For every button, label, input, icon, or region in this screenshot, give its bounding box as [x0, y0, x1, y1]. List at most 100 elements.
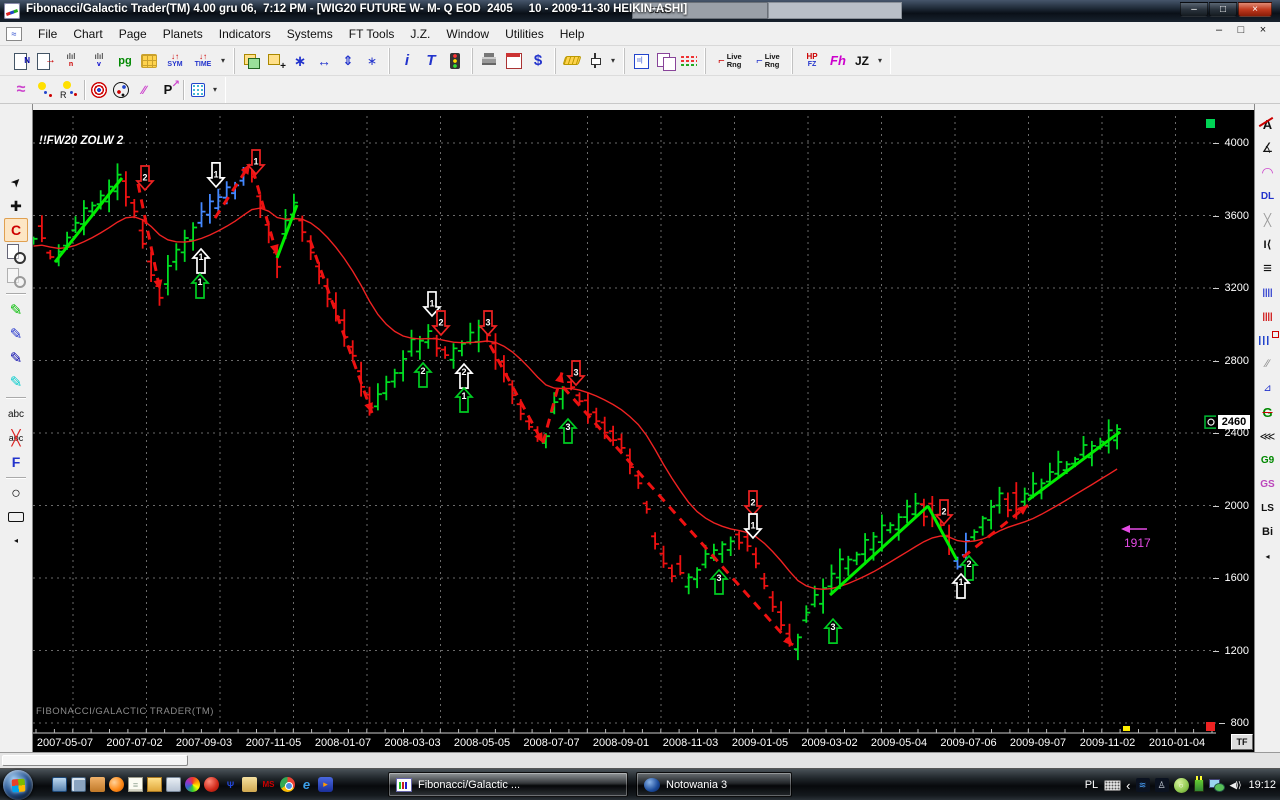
bar-pattern-tool[interactable] — [1256, 328, 1280, 352]
traffic-signals-button[interactable] — [450, 52, 460, 69]
zoom-doc-disabled-tool[interactable] — [4, 266, 28, 290]
ls-tool[interactable]: LS — [1256, 496, 1280, 520]
price-chart[interactable]: 2 1 1 1 1 1 2 3 2 2 1 3 3 2 1 3 3 2 2 1 1917 !!FW20 ZOLW 2 FIB… — [29, 110, 1218, 752]
target-button[interactable] — [91, 81, 107, 98]
network-icon[interactable] — [1208, 778, 1225, 792]
tray-clock-app-icon[interactable]: ○ — [1173, 777, 1189, 793]
hp-fz-button[interactable]: HP FZ — [799, 50, 825, 72]
bars-number-button[interactable]: ılıl n — [58, 50, 84, 72]
expand-vertical-button[interactable]: ⇕ — [337, 50, 359, 72]
menu-help[interactable]: Help — [552, 24, 593, 44]
planet-dots-button[interactable] — [34, 79, 56, 101]
indicator-note-button[interactable]: i — [396, 50, 418, 72]
zoom-doc-tool[interactable] — [4, 242, 28, 266]
astro-waves-button[interactable]: ≈ — [10, 79, 32, 101]
bar-zoom-button[interactable] — [584, 50, 606, 72]
andrews-pitchfork-tool[interactable]: A — [1256, 112, 1280, 136]
chrome-icon[interactable] — [280, 777, 295, 792]
symbol-dropdown[interactable]: ▾ — [218, 50, 228, 72]
menu-ft-tools[interactable]: FT Tools — [341, 24, 403, 44]
tray-app-statue-icon[interactable]: ♙ — [1154, 778, 1169, 792]
menu-indicators[interactable]: Indicators — [211, 24, 279, 44]
power-plug-icon[interactable] — [1193, 775, 1204, 792]
ruler-button[interactable] — [562, 56, 582, 65]
vertical-lines-blue-tool[interactable]: |||| — [1256, 280, 1280, 304]
ellipse-tool[interactable] — [8, 512, 24, 522]
text-tool-button[interactable]: T — [420, 50, 442, 72]
ruler-dropdown[interactable]: ▾ — [608, 50, 618, 72]
folder-icon[interactable] — [147, 777, 162, 792]
print-button[interactable] — [479, 50, 501, 72]
arc-tool[interactable]: ◠ — [1256, 160, 1280, 184]
aspect-lines-button[interactable]: ∕∕ — [133, 79, 155, 101]
menu-j-z-[interactable]: J.Z. — [402, 24, 438, 44]
g9-tool[interactable]: G9 — [1256, 448, 1280, 472]
media-player-icon[interactable]: ▸ — [318, 777, 333, 792]
clock[interactable]: 19:12 — [1248, 779, 1276, 791]
show-desktop-icon[interactable] — [52, 777, 67, 792]
grid-snap-button[interactable] — [191, 82, 205, 97]
draw-dropdown[interactable]: ▾ — [210, 79, 220, 101]
pen-navy-tool[interactable]: ✎ — [4, 346, 28, 370]
crosshair-tool[interactable]: ✚ — [4, 194, 28, 218]
ms-app-icon[interactable]: MS — [261, 777, 276, 792]
pen-green-tool[interactable]: ✎ — [4, 298, 28, 322]
parallel-lines-tool[interactable]: ∕∕ — [1256, 352, 1280, 376]
zoom-reset-button[interactable]: ∗ — [361, 50, 383, 72]
more-tools-arrow-right[interactable]: ◂ — [1256, 544, 1280, 568]
time-step-button[interactable]: ↓↑ TIME — [190, 50, 216, 72]
blue-figure-app-icon[interactable]: Ψ — [223, 777, 238, 792]
cascade-pages-button[interactable] — [241, 50, 263, 72]
internet-explorer-icon[interactable]: e — [299, 777, 314, 792]
expand-horizontal-button[interactable]: ↔ — [313, 50, 335, 72]
sheet-app-icon[interactable] — [242, 777, 257, 792]
bars-volume-button[interactable]: ılıl v — [86, 50, 112, 72]
active-chart-icon[interactable]: ≈ — [6, 26, 22, 41]
symbol-step-button[interactable]: ↓↑ SYM — [162, 50, 188, 72]
pointer-tool[interactable]: ➤ — [4, 170, 28, 194]
planet-retro-button[interactable]: R — [58, 79, 80, 101]
horizontal-scrollbar[interactable] — [0, 752, 1280, 768]
planet-wheel-button[interactable] — [113, 81, 129, 98]
tray-expand-icon[interactable]: ‹ — [1126, 778, 1130, 793]
menu-utilities[interactable]: Utilities — [497, 24, 552, 44]
cycle-cross-tool[interactable]: ╳ — [1256, 208, 1280, 232]
notepad-icon[interactable]: ≡ — [128, 777, 143, 792]
fhz-button[interactable]: Fh — [827, 50, 849, 72]
tray-app-blue-icon[interactable]: ≋ — [1135, 778, 1150, 792]
chart-canvas[interactable]: 2 111112 32 213321332211917!!FW20 ZOLW 2FIB… — [29, 110, 1218, 752]
compress-bars-button[interactable]: ∗ — [289, 50, 311, 72]
start-button[interactable] — [3, 770, 33, 800]
page-button[interactable]: pg — [114, 50, 136, 72]
text-delete-tool[interactable]: abc — [4, 426, 28, 450]
planet-p-button[interactable]: P — [157, 79, 180, 101]
close-button[interactable]: × — [1238, 2, 1272, 17]
jz-button[interactable]: JZ — [851, 50, 873, 72]
color-bars-button[interactable] — [681, 54, 697, 67]
firefox-icon[interactable] — [109, 777, 124, 792]
more-tools-arrow[interactable]: ◂ — [4, 528, 28, 552]
keyboard-layout-icon[interactable] — [1104, 779, 1122, 791]
pen-cyan-tool[interactable]: ✎ — [4, 370, 28, 394]
chart-window-button[interactable] — [631, 50, 653, 72]
mdi-close-button[interactable]: × — [1256, 24, 1270, 36]
triangle-wave-tool[interactable]: ⊿ — [1256, 376, 1280, 400]
switch-windows-icon[interactable] — [71, 777, 86, 792]
menu-file[interactable]: File — [30, 24, 65, 44]
mdi-minimize-button[interactable]: – — [1212, 24, 1226, 36]
dl-tool[interactable]: DL — [1256, 184, 1280, 208]
live-range-red-button[interactable]: ⌐ Live Rng — [712, 50, 748, 72]
colors-app-icon[interactable] — [185, 777, 200, 792]
bi-tool[interactable]: Bi — [1256, 520, 1280, 544]
impulse-fan-tool[interactable]: I⟨ — [1256, 232, 1280, 256]
magnet-snap-tool[interactable]: C — [4, 218, 28, 242]
vertical-lines-red-tool[interactable]: |||| — [1256, 304, 1280, 328]
gs-tool[interactable]: GS — [1256, 472, 1280, 496]
mdi-restore-button[interactable]: □ — [1234, 24, 1248, 36]
menu-page[interactable]: Page — [111, 24, 155, 44]
pen-blue-tool[interactable]: ✎ — [4, 322, 28, 346]
jz-dropdown[interactable]: ▾ — [875, 50, 885, 72]
text-abc-tool[interactable]: abc — [4, 402, 28, 426]
restore-button[interactable]: □ — [1209, 2, 1237, 17]
taskbar-button-fibonacci[interactable]: Fibonacci/Galactic ... — [388, 772, 628, 797]
